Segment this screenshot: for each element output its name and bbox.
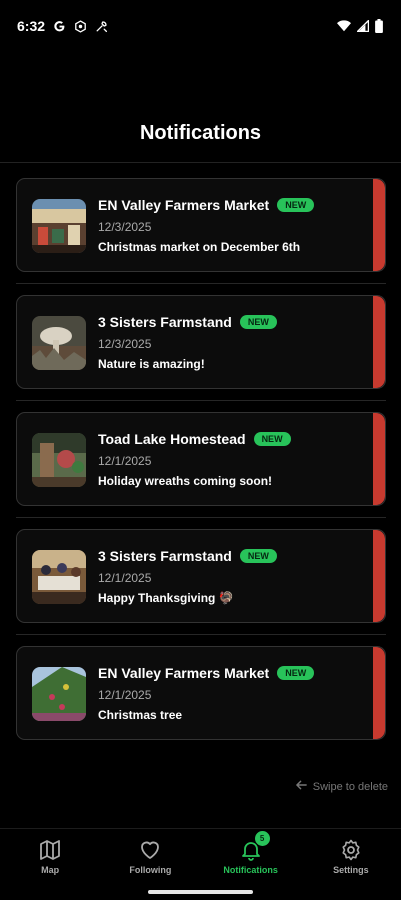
notification-farm-name: EN Valley Farmers Market NEW <box>98 665 315 681</box>
notification-list: EN Valley Farmers Market NEW 12/3/2025 Ch… <box>16 178 386 740</box>
notification-farm-name: 3 Sisters Farmstand NEW <box>98 314 277 330</box>
list-divider <box>16 283 386 284</box>
new-badge: NEW <box>277 666 315 680</box>
bell-icon: 5 <box>239 831 270 862</box>
tools-icon <box>95 20 108 33</box>
notification-count-badge: 5 <box>254 831 270 846</box>
wifi-icon <box>337 20 351 32</box>
notification-card[interactable]: 3 Sisters Farmstand NEW 12/1/2025 Happy T… <box>16 529 386 623</box>
homestead-photo-thumbnail <box>32 433 86 487</box>
delete-accent-strip <box>373 179 385 271</box>
notification-date: 12/1/2025 <box>98 454 152 468</box>
notification-date: 12/1/2025 <box>98 571 152 585</box>
notification-card[interactable]: EN Valley Farmers Market NEW 12/1/2025 Ch… <box>16 646 386 740</box>
new-badge: NEW <box>239 315 277 329</box>
list-divider <box>16 517 386 518</box>
dinner-photo-thumbnail <box>32 550 86 604</box>
list-divider <box>16 400 386 401</box>
google-g-icon <box>53 20 66 33</box>
nav-map[interactable]: Map <box>0 829 100 900</box>
battery-icon <box>375 19 383 33</box>
nav-label: Following <box>129 865 172 875</box>
delete-accent-strip <box>373 647 385 739</box>
notification-farm-name: Toad Lake Homestead NEW <box>98 431 291 447</box>
notification-message: Holiday wreaths coming soon! <box>98 474 273 488</box>
notification-message: Nature is amazing! <box>98 357 205 371</box>
swipe-hint: Swipe to delete <box>295 780 388 793</box>
delete-accent-strip <box>373 413 385 505</box>
settings-gear-icon <box>74 19 87 33</box>
nav-label: Settings <box>333 865 369 875</box>
new-badge: NEW <box>277 198 315 212</box>
notification-farm-name: EN Valley Farmers Market NEW <box>98 197 315 213</box>
home-indicator[interactable] <box>148 890 253 894</box>
swipe-hint-text: Swipe to delete <box>312 780 388 793</box>
notification-card[interactable]: Toad Lake Homestead NEW 12/1/2025 Holiday… <box>16 412 386 506</box>
mushroom-photo-thumbnail <box>32 316 86 370</box>
notification-message: Christmas tree <box>98 708 183 722</box>
notification-farm-name: 3 Sisters Farmstand NEW <box>98 548 277 564</box>
notification-date: 12/3/2025 <box>98 337 152 351</box>
notification-card[interactable]: 3 Sisters Farmstand NEW 12/3/2025 Nature … <box>16 295 386 389</box>
heart-icon <box>138 838 162 862</box>
title-divider <box>0 162 401 163</box>
gear-icon <box>339 838 363 862</box>
status-time: 6:32 <box>17 18 46 34</box>
nav-label: Map <box>41 865 60 875</box>
list-divider <box>16 634 386 635</box>
tree-photo-thumbnail <box>32 667 86 721</box>
page-title: Notifications <box>139 122 262 144</box>
notification-message: Christmas market on December 6th <box>98 240 301 254</box>
new-badge: NEW <box>253 432 291 446</box>
nav-settings[interactable]: Settings <box>301 829 401 900</box>
notification-card[interactable]: EN Valley Farmers Market NEW 12/3/2025 Ch… <box>16 178 386 272</box>
delete-accent-strip <box>373 530 385 622</box>
status-bar: 6:32 <box>0 0 401 52</box>
notification-date: 12/1/2025 <box>98 688 152 702</box>
notification-date: 12/3/2025 <box>98 220 152 234</box>
cell-signal-icon <box>357 20 369 32</box>
market-photo-thumbnail <box>32 199 86 253</box>
notification-message: Happy Thanksgiving 🦃 <box>98 591 234 605</box>
delete-accent-strip <box>373 296 385 388</box>
arrow-left-icon <box>295 780 307 793</box>
map-icon <box>38 838 62 862</box>
new-badge: NEW <box>239 549 277 563</box>
nav-label: Notifications <box>223 865 278 875</box>
